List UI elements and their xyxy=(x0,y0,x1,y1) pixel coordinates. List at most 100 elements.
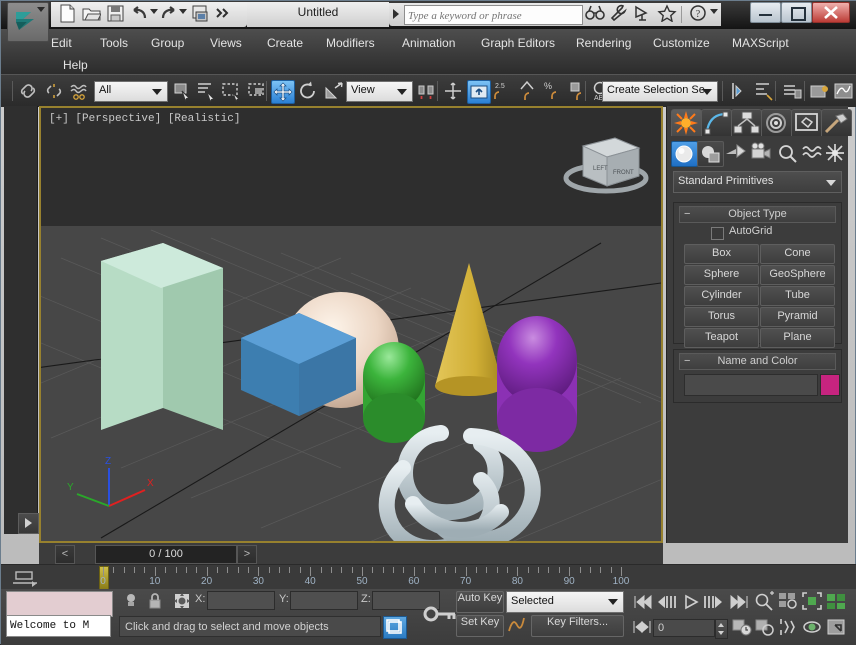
create-tab[interactable] xyxy=(671,109,702,136)
shapes-icon[interactable] xyxy=(697,141,724,167)
wrench-icon[interactable] xyxy=(609,4,629,22)
display-tab[interactable] xyxy=(791,109,822,136)
open-mini-curve-editor-icon[interactable] xyxy=(7,568,43,588)
modify-tab[interactable] xyxy=(701,109,732,136)
pyramid-button[interactable]: Pyramid xyxy=(760,307,835,327)
save-file-icon[interactable] xyxy=(106,4,125,23)
angle-snap-icon[interactable]: 2.5 xyxy=(491,80,517,102)
menu-maxscript[interactable]: MAXScript xyxy=(732,36,789,50)
previous-frame-button[interactable]: < xyxy=(55,545,75,564)
zoom-extents-icon[interactable] xyxy=(801,591,823,611)
orbit-icon[interactable] xyxy=(801,617,823,637)
unlink-icon[interactable] xyxy=(43,80,65,102)
autogrid-checkbox[interactable] xyxy=(711,227,724,240)
menu-rendering[interactable]: Rendering xyxy=(576,36,631,50)
x-coord-input[interactable] xyxy=(207,591,275,610)
field-of-view-icon[interactable] xyxy=(753,617,775,637)
absolute-mode-transform-icon[interactable] xyxy=(173,592,191,610)
search-expand-arrow-icon[interactable] xyxy=(393,9,399,19)
maximize-button[interactable] xyxy=(781,2,812,23)
window-crossing-icon[interactable] xyxy=(246,80,268,102)
curve-editor-icon[interactable] xyxy=(833,80,855,102)
tube-button[interactable]: Tube xyxy=(760,286,835,306)
menu-views[interactable]: Views xyxy=(210,36,242,50)
utilities-tab[interactable] xyxy=(821,109,852,136)
key-mode-icon[interactable] xyxy=(419,591,461,637)
set-key-button[interactable]: Set Key xyxy=(456,615,504,637)
primitives-category-dropdown[interactable]: Standard Primitives xyxy=(673,171,842,193)
helpers-icon[interactable] xyxy=(775,141,800,165)
cameras-icon[interactable] xyxy=(749,141,774,165)
layer-manager-icon[interactable] xyxy=(781,80,803,102)
menu-help[interactable]: Help xyxy=(63,58,88,72)
next-frame-button[interactable]: > xyxy=(237,545,257,564)
zoom-all-icon[interactable] xyxy=(777,591,799,611)
auto-key-button[interactable]: Auto Key xyxy=(456,591,504,613)
go-to-end-icon[interactable] xyxy=(729,592,751,612)
more-commands-icon[interactable] xyxy=(215,4,231,23)
menu-create[interactable]: Create xyxy=(267,36,303,50)
perspective-viewport[interactable]: Z X Y LEFT FRONT [+] [Perspective] [Real… xyxy=(39,106,663,543)
object-name-input[interactable] xyxy=(684,374,818,396)
go-to-start-icon[interactable] xyxy=(631,592,653,612)
adaptive-degradation-icon[interactable] xyxy=(383,616,407,639)
spinner-snap-icon[interactable]: % xyxy=(542,80,564,102)
snaps-toggle-icon[interactable] xyxy=(467,80,491,104)
menu-tools[interactable]: Tools xyxy=(100,36,128,50)
maxscript-listener-white[interactable]: Welcome to M xyxy=(6,615,111,637)
name-and-color-header[interactable]: − Name and Color xyxy=(679,353,836,370)
viewport-label[interactable]: [+] [Perspective] [Realistic] xyxy=(49,113,240,125)
search-input[interactable] xyxy=(405,8,578,24)
time-configuration-icon[interactable] xyxy=(731,617,753,637)
select-and-scale-icon[interactable] xyxy=(323,80,345,102)
zoom-icon[interactable] xyxy=(753,591,775,611)
hierarchy-tab[interactable] xyxy=(731,109,762,136)
new-file-icon[interactable] xyxy=(58,4,77,23)
lights-icon[interactable] xyxy=(723,141,748,165)
object-type-header[interactable]: − Object Type xyxy=(679,206,836,223)
close-button[interactable] xyxy=(812,2,850,23)
select-by-name-icon[interactable] xyxy=(195,80,217,102)
geometry-icon[interactable] xyxy=(671,141,698,167)
application-menu-button[interactable] xyxy=(7,2,49,42)
select-link-icon[interactable] xyxy=(17,80,39,102)
open-file-icon[interactable] xyxy=(82,4,101,23)
bind-space-warp-icon[interactable] xyxy=(69,80,91,102)
menu-animation[interactable]: Animation xyxy=(402,36,455,50)
pan-view-icon[interactable] xyxy=(777,617,799,637)
time-slider-handle[interactable]: 0 / 100 xyxy=(95,545,237,564)
isolate-selection-icon[interactable] xyxy=(122,592,140,610)
minimize-button[interactable] xyxy=(750,2,781,23)
object-color-swatch[interactable] xyxy=(820,374,840,396)
menu-modifiers[interactable]: Modifiers xyxy=(326,36,375,50)
next-frame-icon[interactable] xyxy=(703,592,725,612)
mirror-icon[interactable] xyxy=(728,80,750,102)
select-and-move-icon[interactable] xyxy=(271,80,295,104)
named-selection-set-dropdown[interactable]: Create Selection Se xyxy=(602,81,718,102)
select-and-rotate-icon[interactable] xyxy=(297,80,319,102)
selection-filter-dropdown[interactable]: All xyxy=(94,81,168,102)
geosphere-button[interactable]: GeoSphere xyxy=(760,265,835,285)
undo-icon[interactable] xyxy=(131,4,148,23)
teapot-button[interactable]: Teapot xyxy=(684,328,759,348)
use-center-flyout-icon[interactable] xyxy=(415,80,437,102)
satellite-icon[interactable] xyxy=(633,4,653,22)
project-folder-icon[interactable] xyxy=(190,4,211,23)
plane-button[interactable]: Plane xyxy=(760,328,835,348)
cone-button[interactable]: Cone xyxy=(760,244,835,264)
key-filters-button[interactable]: Key Filters... xyxy=(531,615,624,637)
motion-tab[interactable] xyxy=(761,109,792,136)
sphere-button[interactable]: Sphere xyxy=(684,265,759,285)
play-animation-icon[interactable] xyxy=(680,592,702,612)
help-dropdown-icon[interactable] xyxy=(710,9,718,27)
frame-spinner[interactable] xyxy=(715,619,728,639)
star-icon[interactable] xyxy=(657,4,677,22)
zoom-extents-all-icon[interactable] xyxy=(825,591,847,611)
box-button[interactable]: Box xyxy=(684,244,759,264)
toggle-scene-explorer-icon[interactable] xyxy=(809,80,831,102)
rail-expand-button[interactable] xyxy=(18,513,39,534)
maxscript-listener-pink[interactable] xyxy=(6,591,113,617)
track-bar[interactable]: 0102030405060708090100 xyxy=(1,564,856,590)
selection-lock-icon[interactable] xyxy=(146,592,164,610)
redo-icon[interactable] xyxy=(160,4,177,23)
